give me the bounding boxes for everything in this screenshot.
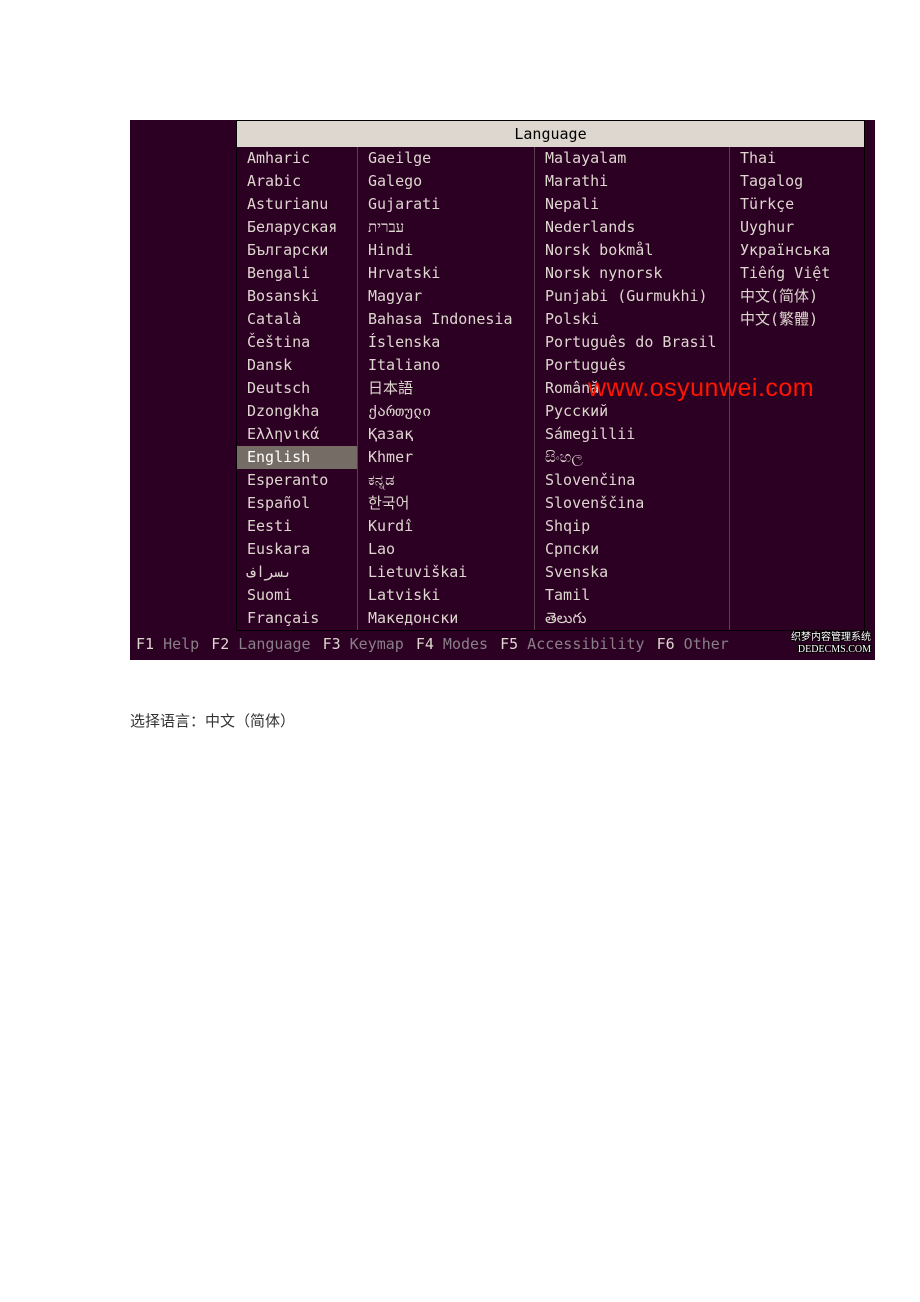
language-option[interactable]: Български [237,239,357,262]
fkey-f5[interactable]: F5 Accessibility [500,633,645,656]
language-option[interactable]: English [237,446,357,469]
language-option[interactable]: ಕನ್ನಡ [358,469,534,492]
language-option[interactable]: Ελληνικά [237,423,357,446]
language-option[interactable]: Galego [358,170,534,193]
language-option[interactable]: Македонски [358,607,534,630]
language-option[interactable]: Bosanski [237,285,357,308]
language-option[interactable]: ىسراف [237,561,357,584]
caption-text: 选择语言：中文（简体） [130,710,890,731]
language-option[interactable]: Hindi [358,239,534,262]
language-option[interactable]: Русский [535,400,729,423]
language-option[interactable]: Magyar [358,285,534,308]
language-option[interactable]: Shqip [535,515,729,538]
language-option[interactable]: Bahasa Indonesia [358,308,534,331]
language-option[interactable]: Română [535,377,729,400]
language-option[interactable]: Lietuviškai [358,561,534,584]
language-option[interactable]: Esperanto [237,469,357,492]
language-option[interactable]: Svenska [535,561,729,584]
language-option[interactable]: Norsk nynorsk [535,262,729,285]
language-option[interactable]: Amharic [237,147,357,170]
language-option[interactable]: Khmer [358,446,534,469]
language-option[interactable]: עברית [358,216,534,239]
language-option[interactable]: Português do Brasil [535,331,729,354]
language-option[interactable]: Italiano [358,354,534,377]
language-option[interactable]: 日本語 [358,377,534,400]
language-option[interactable]: Deutsch [237,377,357,400]
language-option[interactable]: Thai [730,147,864,170]
language-option[interactable]: Tiếng Việt [730,262,864,285]
fkey-f1[interactable]: F1 Help [136,633,199,656]
language-option[interactable]: Euskara [237,538,357,561]
language-option[interactable]: Српски [535,538,729,561]
fkey-f2[interactable]: F2 Language [211,633,310,656]
language-column: ThaiTagalogTürkçeUyghurУкраїнськаTiếng V… [730,147,864,630]
language-option[interactable]: 中文(繁體) [730,308,864,331]
language-option[interactable]: Latviski [358,584,534,607]
language-option[interactable]: Gaeilge [358,147,534,170]
language-option[interactable]: Gujarati [358,193,534,216]
language-option[interactable]: తెలుగు [535,607,729,630]
language-option[interactable]: Tamil [535,584,729,607]
language-column: MalayalamMarathiNepaliNederlandsNorsk bo… [535,147,730,630]
language-option[interactable]: Asturianu [237,193,357,216]
installer-screenshot: Language AmharicArabicAsturianuБеларуска… [130,120,875,660]
language-option[interactable]: Français [237,607,357,630]
fkey-f4[interactable]: F4 Modes [416,633,488,656]
language-option[interactable]: Español [237,492,357,515]
language-option[interactable]: Arabic [237,170,357,193]
language-column: AmharicArabicAsturianuБеларускаяБългарск… [237,147,358,630]
language-option[interactable]: Malayalam [535,147,729,170]
language-dialog: Language AmharicArabicAsturianuБеларуска… [236,120,865,631]
language-option[interactable]: Sámegillii [535,423,729,446]
language-option[interactable]: Беларуская [237,216,357,239]
language-option[interactable]: Suomi [237,584,357,607]
language-grid: AmharicArabicAsturianuБеларускаяБългарск… [237,147,864,630]
language-option[interactable]: Tagalog [730,170,864,193]
language-option[interactable]: Eesti [237,515,357,538]
language-option[interactable]: Lao [358,538,534,561]
language-option[interactable]: 한국어 [358,492,534,515]
dialog-title: Language [237,121,864,147]
fkey-f6[interactable]: F6 Other [657,633,729,656]
language-option[interactable]: 中文(简体) [730,285,864,308]
fkey-f3[interactable]: F3 Keymap [323,633,404,656]
language-option[interactable]: Íslenska [358,331,534,354]
language-option[interactable]: Türkçe [730,193,864,216]
language-option[interactable]: Čeština [237,331,357,354]
language-option[interactable]: Punjabi (Gurmukhi) [535,285,729,308]
language-option[interactable]: Slovenščina [535,492,729,515]
language-option[interactable]: Português [535,354,729,377]
language-option[interactable]: සිංහල [535,446,729,469]
language-option[interactable]: Bengali [237,262,357,285]
language-option[interactable]: Uyghur [730,216,864,239]
language-option[interactable]: Қазақ [358,423,534,446]
language-option[interactable]: Nederlands [535,216,729,239]
language-option[interactable]: Slovenčina [535,469,729,492]
language-option[interactable]: Nepali [535,193,729,216]
language-option[interactable]: Marathi [535,170,729,193]
language-option[interactable]: Hrvatski [358,262,534,285]
language-option[interactable]: ქართული [358,400,534,423]
language-column: GaeilgeGalegoGujaratiעבריתHindiHrvatskiM… [358,147,535,630]
language-option[interactable]: Dansk [237,354,357,377]
language-option[interactable]: Català [237,308,357,331]
fkey-bar: F1 Help F2 Language F3 Keymap F4 Modes F5 Ac… [130,631,875,660]
language-option[interactable]: Norsk bokmål [535,239,729,262]
language-option[interactable]: Polski [535,308,729,331]
language-option[interactable]: Dzongkha [237,400,357,423]
language-option[interactable]: Українська [730,239,864,262]
language-option[interactable]: Kurdî [358,515,534,538]
